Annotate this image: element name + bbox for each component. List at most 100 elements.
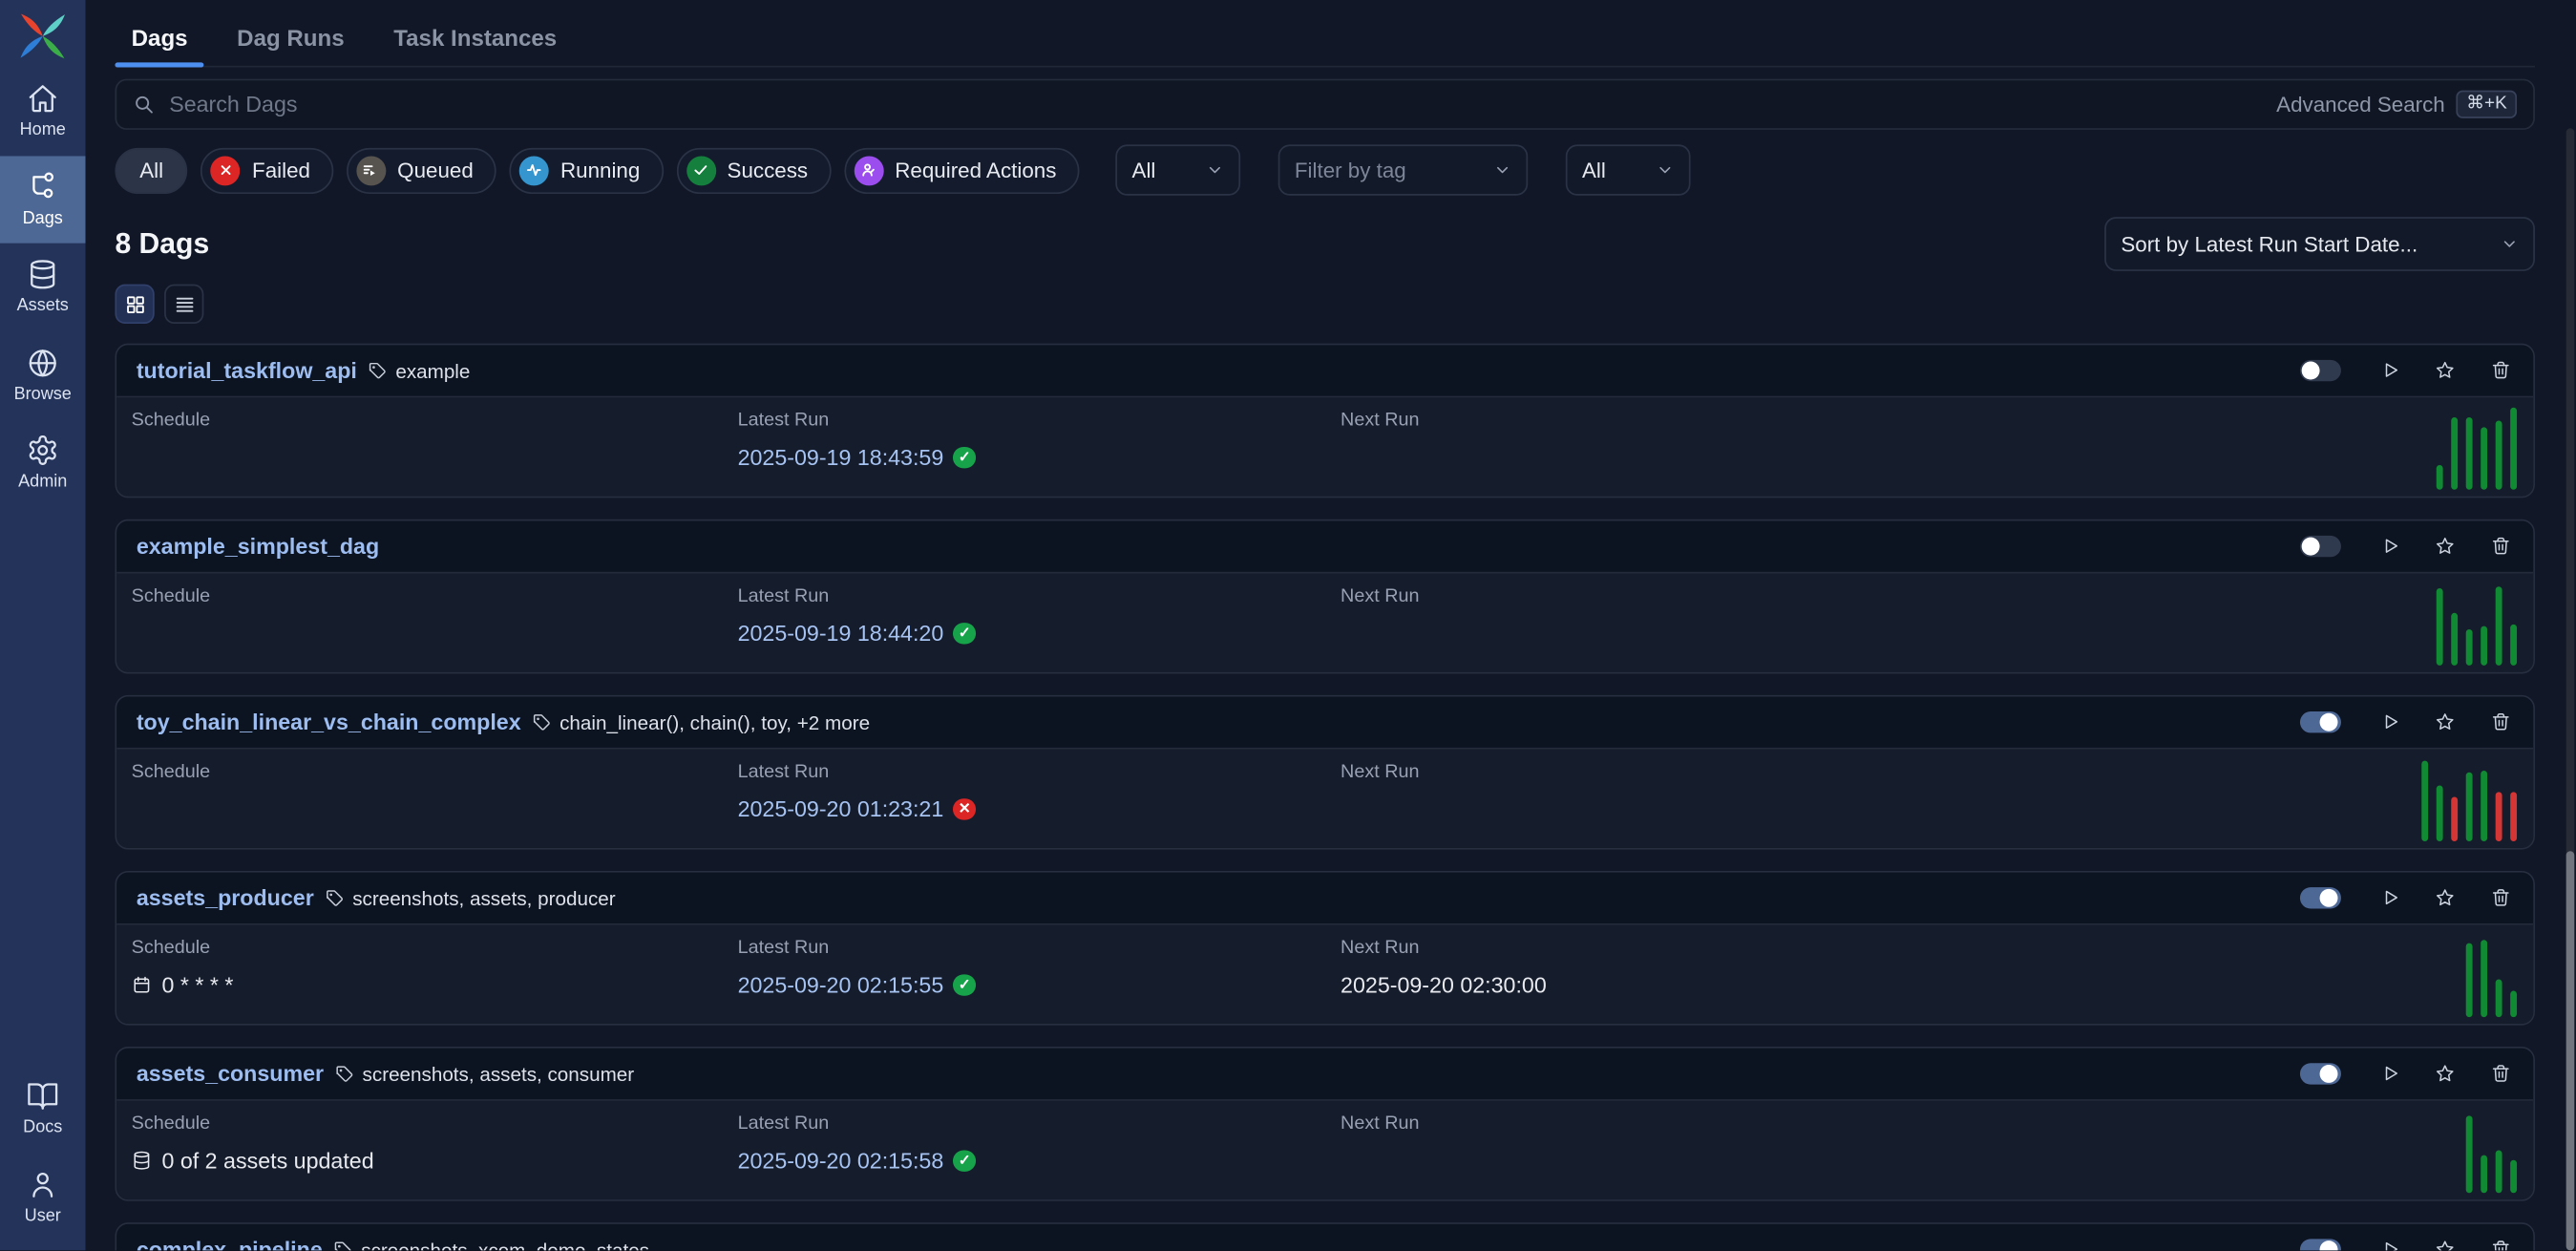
dag-pause-toggle[interactable] [2299,536,2340,558]
dag-card-list: tutorial_taskflow_api example Schedule [115,344,2535,1251]
scrollbar-thumb[interactable] [2565,851,2574,1250]
database-icon [132,1151,153,1172]
schedule-value: 0 of 2 assets updated [132,1149,374,1174]
run-history-chart[interactable] [2436,404,2517,489]
trigger-dag-button[interactable] [2379,360,2400,381]
run-history-chart[interactable] [2436,580,2517,665]
delete-dag-button[interactable] [2490,360,2511,381]
dag-actions [2299,1063,2510,1085]
sidebar-item-docs[interactable]: Docs [0,1065,85,1153]
dag-name-link[interactable]: complex_pipeline [137,1238,323,1251]
schedule-label: Schedule [132,1114,374,1134]
dag-name-link[interactable]: example_simplest_dag [137,534,379,559]
run-history-chart[interactable] [2465,1108,2517,1193]
filter-chip-running[interactable]: Running [510,147,664,193]
dag-card-header: assets_consumer screenshots, assets, con… [116,1049,2533,1101]
tag-filter-select[interactable]: Filter by tag [1278,144,1529,195]
trigger-dag-button[interactable] [2379,1240,2400,1251]
table-view-button[interactable] [164,285,203,324]
sidebar-item-admin[interactable]: Admin [0,419,85,507]
search-input[interactable] [166,91,2265,118]
dag-pause-toggle[interactable] [2299,887,2340,909]
star-icon [2435,711,2456,732]
trigger-dag-button[interactable] [2379,711,2400,732]
trash-icon [2490,536,2511,557]
sidebar-item-dags[interactable]: Dags [0,156,85,244]
dag-card-body: Schedule Latest Run 2025-09-19 18:43:59✓… [116,397,2533,496]
next-run-value: 2025-09-20 02:30:00 [1341,973,1547,998]
tab-dag-runs[interactable]: Dag Runs [221,13,361,66]
tab-task-instances[interactable]: Task Instances [377,13,573,66]
dag-card: complex_pipeline screenshots, xcom, demo… [115,1222,2535,1250]
user-icon [27,1168,59,1200]
latest-run-link[interactable]: 2025-09-20 02:15:55 [738,973,944,998]
airflow-logo[interactable] [18,0,68,68]
filter-chip-required-actions[interactable]: Required Actions [844,147,1080,193]
trash-icon [2490,360,2511,381]
latest-run-link[interactable]: 2025-09-19 18:44:20 [738,621,944,646]
latest-run-link[interactable]: 2025-09-20 02:15:58 [738,1149,944,1174]
sidebar-item-home[interactable]: Home [0,68,85,156]
dag-name-link[interactable]: assets_producer [137,885,314,910]
advanced-search-link[interactable]: Advanced Search [2276,92,2445,117]
globe-icon [27,346,59,378]
play-icon [2379,888,2400,909]
tag-icon [334,1240,353,1251]
tab-dags[interactable]: Dags [115,13,203,66]
favorite-dag-button[interactable] [2435,1240,2456,1251]
favorite-dag-button[interactable] [2435,360,2456,381]
favorite-dag-button[interactable] [2435,536,2456,557]
chevron-down-icon [1206,161,1224,180]
chevron-down-icon [2501,235,2519,253]
delete-dag-button[interactable] [2490,1240,2511,1251]
dag-pause-toggle[interactable] [2299,1063,2340,1085]
delete-dag-button[interactable] [2490,888,2511,909]
schedule-label: Schedule [132,762,211,782]
dag-card-header: example_simplest_dag [116,520,2533,573]
trigger-dag-button[interactable] [2379,1064,2400,1085]
trigger-dag-button[interactable] [2379,536,2400,557]
run-history-chart[interactable] [2465,932,2517,1017]
list-icon [174,293,195,314]
owner-filter-select[interactable]: All [1566,144,1691,195]
trash-icon [2490,888,2511,909]
dag-name-link[interactable]: toy_chain_linear_vs_chain_complex [137,710,521,734]
latest-run-link[interactable]: 2025-09-20 01:23:21 [738,797,944,822]
run-history-chart[interactable] [2420,756,2517,841]
delete-dag-button[interactable] [2490,536,2511,557]
sidebar-item-browse[interactable]: Browse [0,331,85,419]
card-view-button[interactable] [115,285,154,324]
book-open-icon [27,1079,59,1112]
favorite-dag-button[interactable] [2435,888,2456,909]
sort-select[interactable]: Sort by Latest Run Start Date... [2104,217,2535,271]
delete-dag-button[interactable] [2490,1064,2511,1085]
latest-run-link[interactable]: 2025-09-19 18:43:59 [738,445,944,470]
dag-name-link[interactable]: assets_consumer [137,1062,324,1087]
main-content: Dags Dag Runs Task Instances Advanced Se… [85,0,2576,1250]
dag-pause-toggle[interactable] [2299,359,2340,381]
favorite-dag-button[interactable] [2435,711,2456,732]
favorite-dag-button[interactable] [2435,1064,2456,1085]
paused-filter-select[interactable]: All [1115,144,1240,195]
dag-actions [2299,887,2510,909]
play-icon [2379,711,2400,732]
sidebar-item-assets[interactable]: Assets [0,244,85,331]
required-actions-icon [854,156,883,185]
dag-name-link[interactable]: tutorial_taskflow_api [137,358,357,383]
filter-chip-all[interactable]: All [115,147,187,193]
dag-card: example_simplest_dag Schedule [115,519,2535,674]
star-icon [2435,536,2456,557]
filter-chip-queued[interactable]: Queued [347,147,496,193]
trigger-dag-button[interactable] [2379,888,2400,909]
next-run-label: Next Run [1341,586,1419,606]
dag-card-body: Schedule 0 * * * * Latest Run 2025-09-20… [116,925,2533,1024]
filter-chip-failed[interactable]: Failed [201,147,333,193]
filter-row: All Failed Queued Running Success Requir… [115,144,2535,195]
dag-pause-toggle[interactable] [2299,711,2340,733]
dag-count: 8 Dags [115,226,209,261]
sidebar-item-user[interactable]: User [0,1153,85,1240]
filter-chip-success[interactable]: Success [676,147,831,193]
delete-dag-button[interactable] [2490,711,2511,732]
dag-pause-toggle[interactable] [2299,1239,2340,1250]
dag-tags: screenshots, assets, producer [326,886,616,909]
